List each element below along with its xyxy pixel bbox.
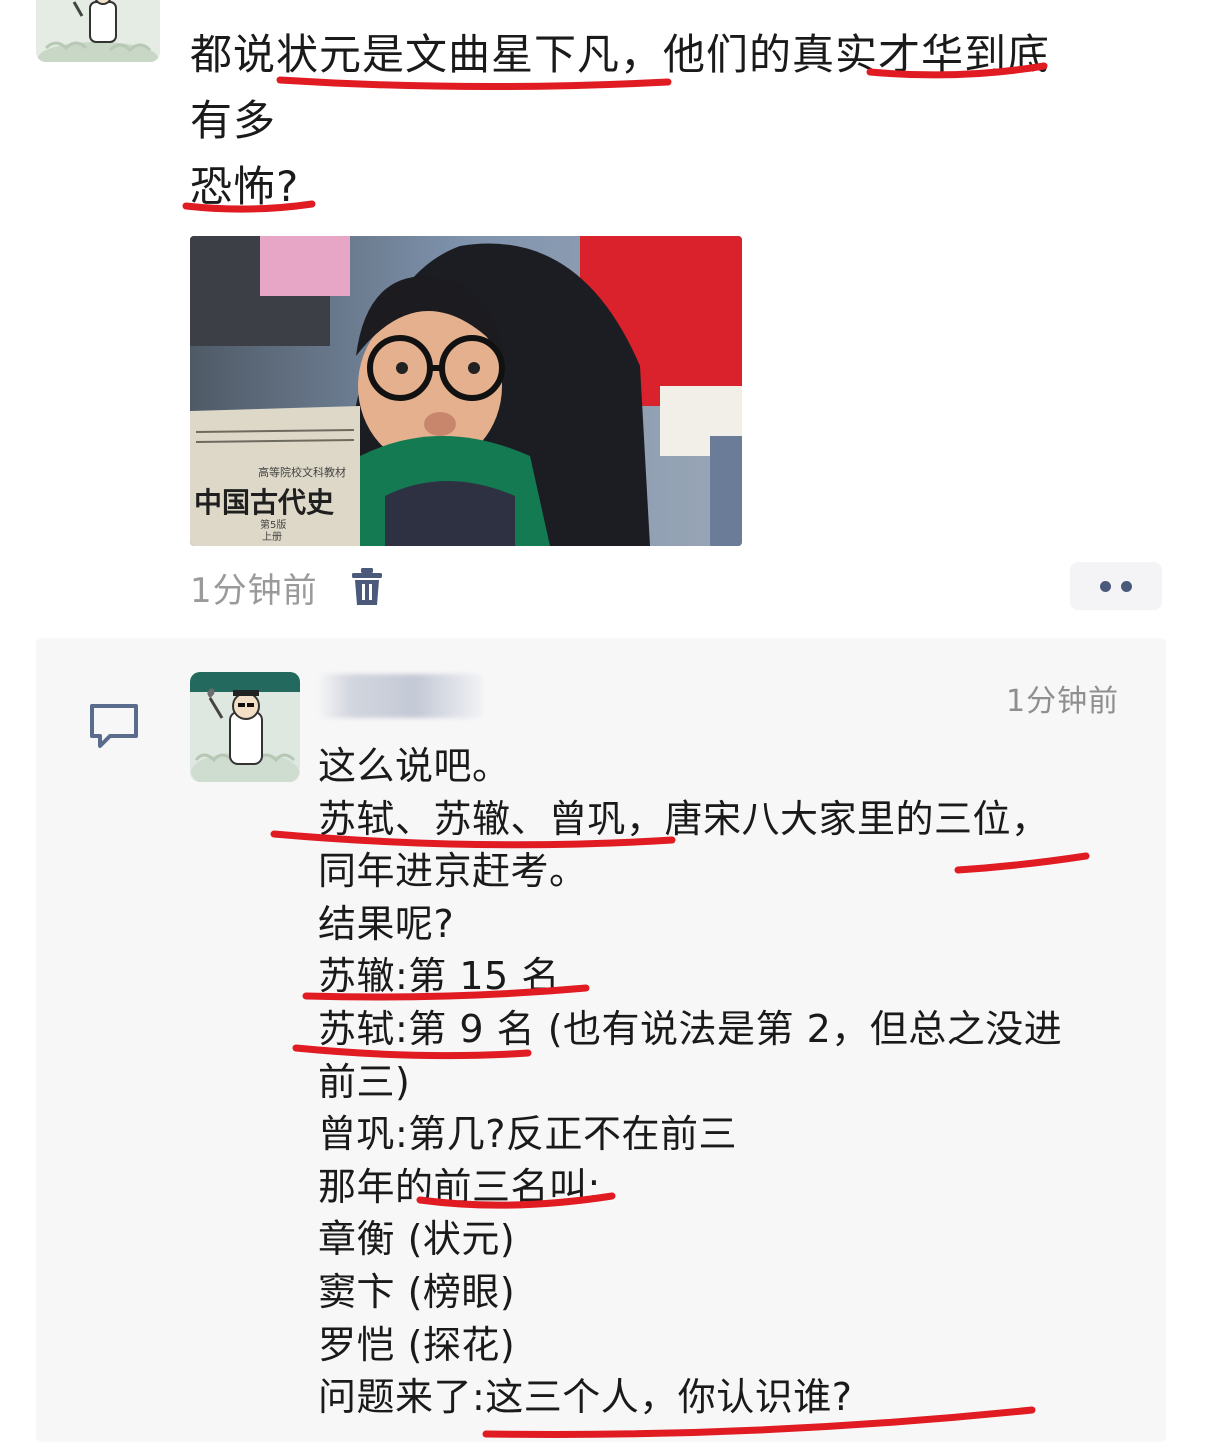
comment-line: 前三) xyxy=(318,1059,411,1104)
comment-line: 同年进京赶考。 xyxy=(318,849,588,894)
book-series-text: 高等院校文科教材 xyxy=(258,465,346,479)
comment-line: 章衡 (状元) xyxy=(318,1217,516,1262)
comment-line: 这么说吧。 xyxy=(318,744,511,788)
post-title: 都说状元是文曲星下凡，他们的真实才华到底 有多 恐怖? xyxy=(190,22,1180,220)
more-button[interactable] xyxy=(1070,562,1162,610)
comment-time: 1分钟前 xyxy=(1006,684,1120,719)
commenter-avatar[interactable] xyxy=(190,672,300,782)
comment-icon[interactable] xyxy=(88,702,140,752)
post-time: 1分钟前 xyxy=(190,570,318,611)
comment-line: 窦卞 (榜眼) xyxy=(318,1269,516,1314)
comment-line: 问题来了:这三个人，你认识谁? xyxy=(318,1375,853,1420)
post-title-line: 有多 xyxy=(190,96,277,145)
book-edition-text: 第5版 xyxy=(260,518,286,531)
more-icon xyxy=(1121,580,1132,592)
comment-line: 曾巩:第几?反正不在前三 xyxy=(318,1112,737,1157)
more-icon xyxy=(1100,580,1111,592)
comment-line: 结果呢? xyxy=(318,901,455,946)
commenter-name-blurred[interactable] xyxy=(318,674,482,718)
comment-line: 苏辙:第 15 名 xyxy=(318,954,560,999)
comment-line: 那年的前三名叫: xyxy=(318,1164,601,1209)
comment-line: 苏轼:第 9 名 (也有说法是第 2，但总之没进 xyxy=(318,1006,1063,1051)
comment-line: 罗恺 (探花) xyxy=(318,1322,516,1367)
trash-icon[interactable] xyxy=(350,567,384,607)
book-volume-text: 上册 xyxy=(262,531,282,543)
comment-body: 这么说吧。 苏轼、苏辙、曾巩，唐宋八大家里的三位， 同年进京赶考。 结果呢? 苏… xyxy=(318,740,1148,1424)
book-title-text: 中国古代史 xyxy=(194,486,334,519)
post-title-line: 恐怖? xyxy=(190,162,300,211)
post-title-line: 都说状元是文曲星下凡，他们的真实才华到底 xyxy=(190,30,1051,79)
post-author-avatar[interactable] xyxy=(36,0,160,62)
post-image[interactable]: 高等院校文科教材 中国古代史 第5版 上册 xyxy=(190,236,742,546)
post-meta: 1分钟前 xyxy=(190,562,384,612)
comment-line: 苏轼、苏辙、曾巩，唐宋八大家里的三位， xyxy=(318,796,1050,841)
